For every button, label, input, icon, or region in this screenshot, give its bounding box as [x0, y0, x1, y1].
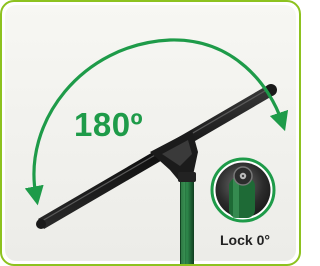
lock-angle-label: Lock 0° [220, 232, 270, 248]
mic-boom-illustration [24, 38, 289, 264]
lock-closeup-icon [210, 157, 276, 223]
rotation-angle-label: 180º [74, 106, 144, 143]
boom-clamp [150, 130, 198, 182]
stand-pole [180, 178, 194, 264]
product-card: 180º Lock 0° [0, 0, 301, 266]
